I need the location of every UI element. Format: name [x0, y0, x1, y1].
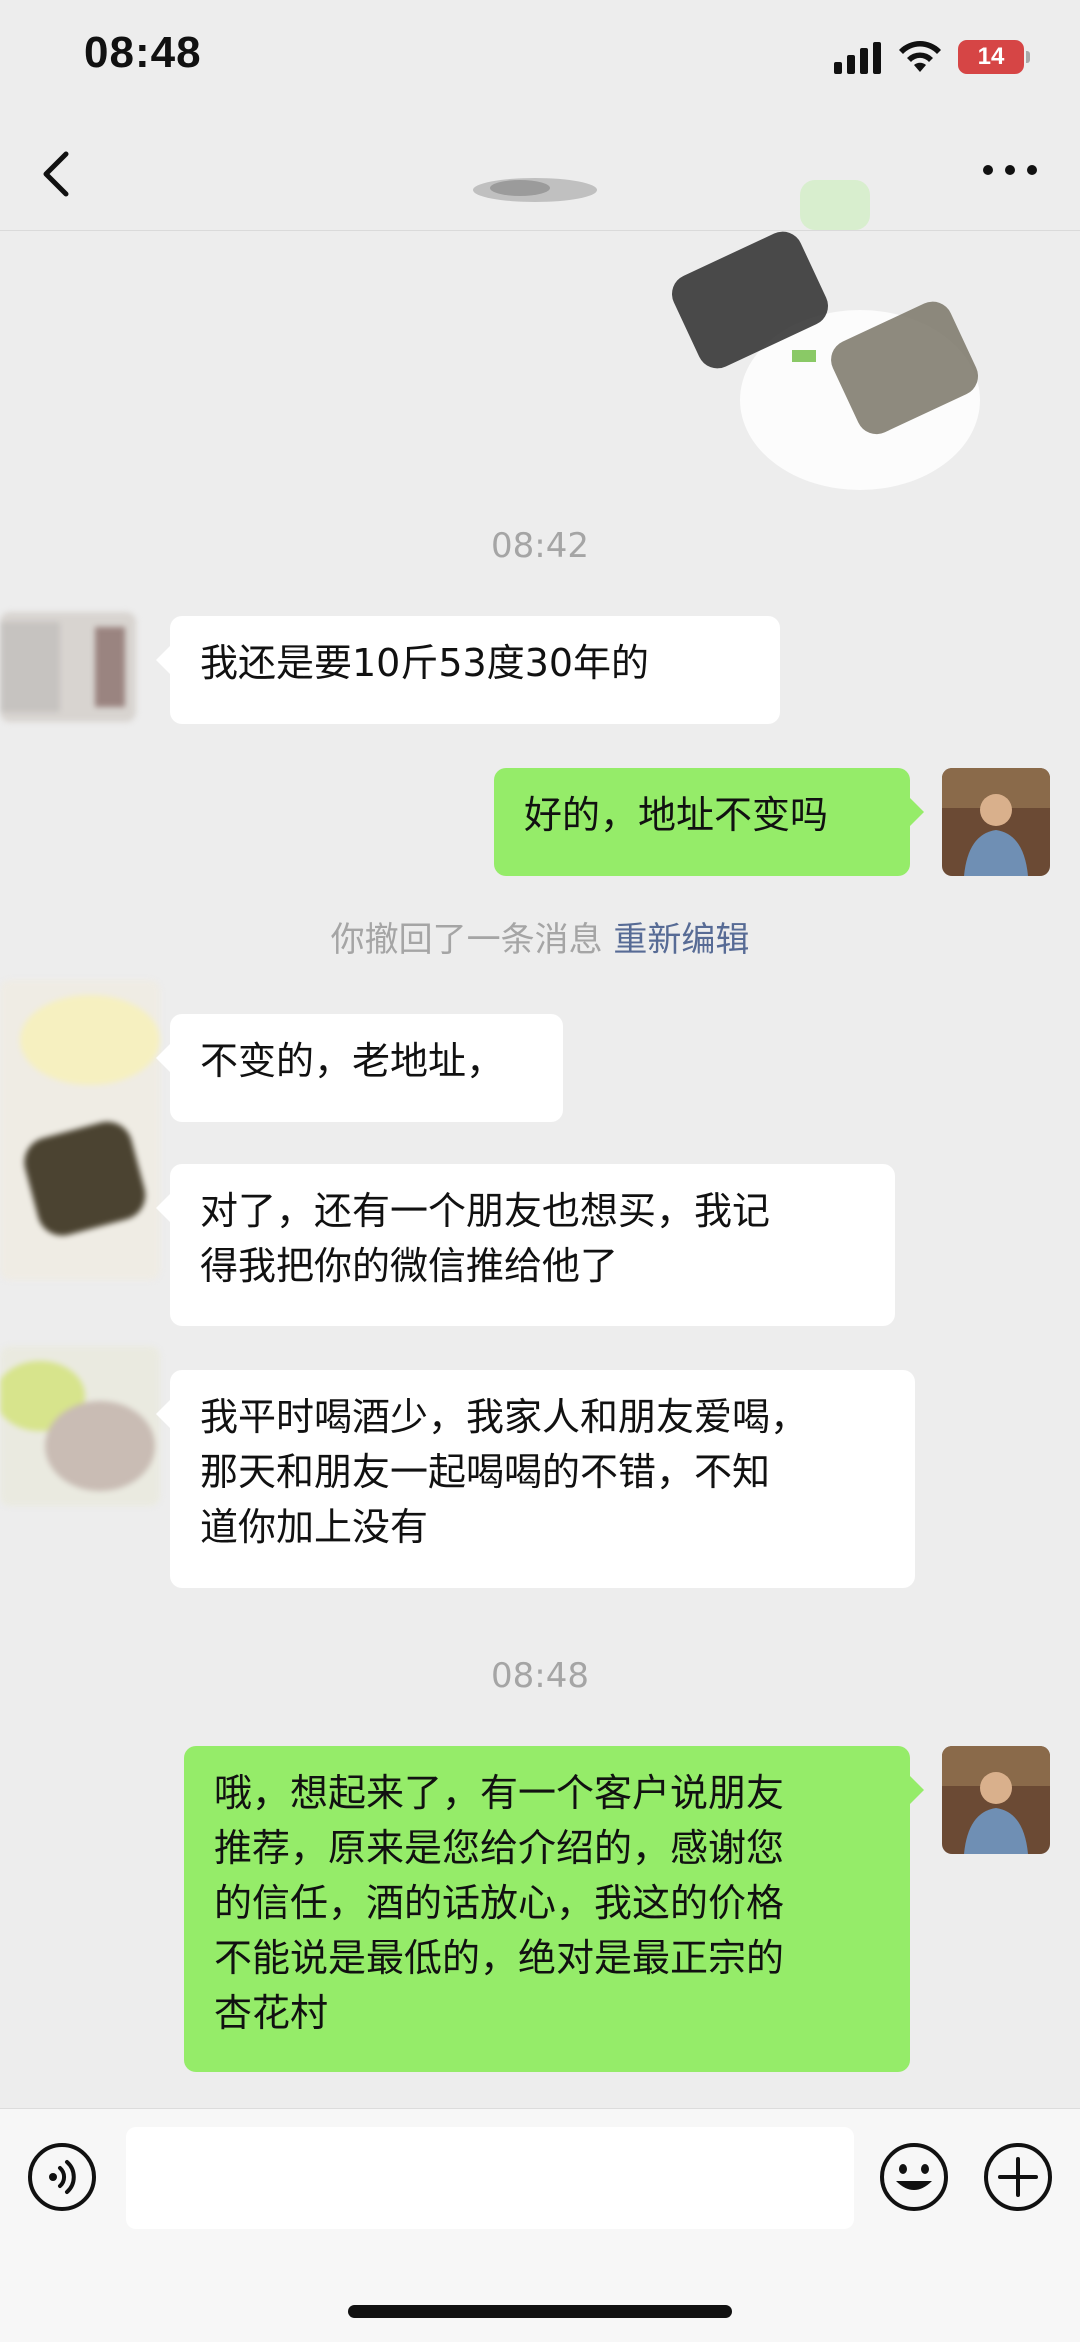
wifi-icon — [899, 41, 941, 72]
message-input[interactable] — [126, 2127, 854, 2229]
message-bubble-received[interactable]: 对了，还有一个朋友也想买，我记 得我把你的微信推给他了 — [156, 1164, 895, 1326]
message-bubble-sent[interactable]: 哦，想起来了，有一个客户说朋友 推荐，原来是您给介绍的，感谢您 的信任，酒的话放… — [184, 1746, 924, 2072]
timestamp: 08:42 — [491, 526, 589, 566]
message-bubble-received[interactable]: 不变的，老地址， — [156, 1014, 563, 1122]
contact-avatar[interactable] — [0, 612, 136, 722]
user-avatar[interactable] — [942, 1746, 1050, 1854]
message-bubble-received[interactable]: 我还是要10斤53度30年的 — [156, 616, 780, 724]
status-bar: 08:48 14 — [0, 0, 1080, 120]
cellular-signal-icon — [834, 42, 881, 74]
status-time: 08:48 — [84, 28, 202, 77]
re-edit-link[interactable]: 重新编辑 — [613, 920, 749, 960]
message-bubble-sent[interactable]: 好的，地址不变吗 — [494, 768, 924, 876]
recall-notice: 你撤回了一条消息 重新编辑 — [0, 912, 1080, 961]
redacted-image-message[interactable] — [660, 170, 990, 500]
chevron-left-icon[interactable] — [36, 144, 76, 204]
chat-title-redacted — [473, 178, 597, 202]
recall-text: 你撤回了一条消息 — [330, 920, 603, 960]
battery-indicator: 14 — [958, 40, 1030, 74]
contact-avatar[interactable] — [0, 980, 160, 1280]
message-bubble-received[interactable]: 我平时喝酒少，我家人和朋友爱喝， 那天和朋友一起喝喝的不错，不知 道你加上没有 — [156, 1370, 915, 1588]
contact-avatar[interactable] — [0, 1346, 160, 1506]
timestamp: 08:48 — [491, 1656, 589, 1696]
home-indicator[interactable] — [348, 2305, 732, 2318]
emoji-icon[interactable] — [878, 2141, 950, 2213]
plus-icon[interactable] — [982, 2141, 1054, 2213]
user-avatar[interactable] — [942, 768, 1050, 876]
voice-icon[interactable] — [26, 2141, 98, 2213]
